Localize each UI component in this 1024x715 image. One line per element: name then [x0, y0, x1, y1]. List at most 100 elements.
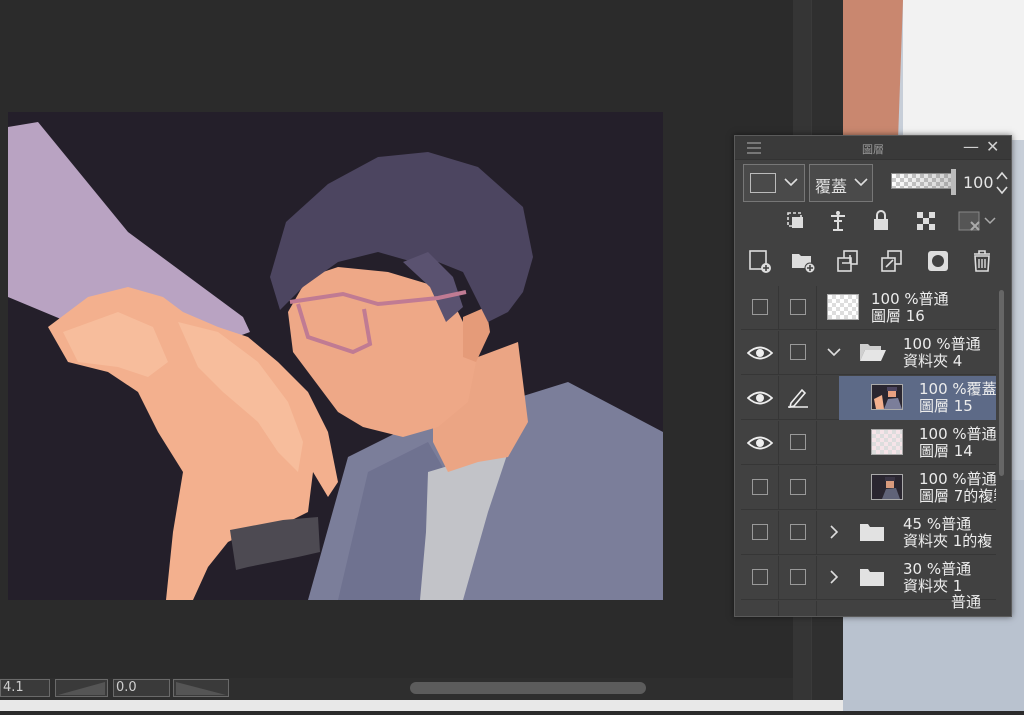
layer-main[interactable]: 100 %普通 圖層 7的複製 — [839, 466, 996, 510]
transfer-to-lower-layer-icon[interactable] — [835, 248, 861, 274]
artwork-canvas[interactable] — [8, 112, 663, 600]
folder-collapsed-chevron-icon[interactable] — [829, 570, 839, 584]
edit-target-off-box[interactable] — [790, 524, 806, 540]
layer-main[interactable]: 45 %普通 資料夾 1的複 — [817, 511, 996, 555]
layer-main[interactable]: 100 %普通 圖層 16 — [817, 286, 996, 330]
layer-options-toolbar — [735, 208, 1011, 238]
mask-enable-icon[interactable] — [957, 208, 997, 234]
eye-icon[interactable] — [747, 435, 773, 451]
artwork-illustration — [8, 112, 663, 600]
offset-slider[interactable] — [173, 679, 229, 697]
layer-color-dropdown[interactable] — [743, 164, 805, 202]
chevron-down-icon — [784, 178, 798, 187]
layer-opacity-mode: 普通 — [951, 593, 982, 611]
layer-name: 圖層 15 — [919, 397, 973, 415]
layer-row-layer-7-copy[interactable]: 100 %普通 圖層 7的複製 — [741, 466, 996, 510]
folder-expanded-chevron-icon[interactable] — [827, 347, 841, 357]
new-folder-icon[interactable] — [790, 248, 816, 274]
visibility-off-box[interactable] — [752, 299, 768, 315]
visibility-off-box[interactable] — [752, 569, 768, 585]
layer-row-partial[interactable]: 普通 — [741, 594, 996, 616]
layer-row-folder-1-copy[interactable]: 45 %普通 資料夾 1的複 — [741, 511, 996, 555]
edit-target-toggle[interactable] — [779, 286, 817, 330]
opacity-value[interactable]: 100 — [963, 173, 994, 192]
eye-icon[interactable] — [747, 390, 773, 406]
edit-target-off-box[interactable] — [790, 299, 806, 315]
layer-row-layer-16[interactable]: 100 %普通 圖層 16 — [741, 286, 996, 330]
edit-target-toggle[interactable] — [779, 556, 817, 600]
layer-list: 100 %普通 圖層 16 100 %普通 資料夾 4 100 %覆蓋 圖層 1… — [741, 286, 996, 616]
clip-to-layer-below-icon[interactable] — [783, 208, 809, 234]
edit-target-toggle[interactable] — [779, 601, 817, 616]
visibility-toggle[interactable] — [741, 421, 779, 465]
window-bottom-edge — [0, 700, 843, 711]
visibility-toggle[interactable] — [741, 331, 779, 375]
create-layer-mask-icon[interactable] — [925, 248, 951, 274]
layer-list-scrollbar[interactable] — [998, 286, 1006, 616]
visibility-toggle[interactable] — [741, 511, 779, 555]
visibility-toggle[interactable] — [741, 376, 779, 420]
edit-target-off-box[interactable] — [790, 479, 806, 495]
layer-opacity-mode: 45 %普通 — [903, 515, 972, 533]
layer-name: 圖層 16 — [871, 307, 925, 325]
layers-panel-titlebar[interactable]: 圖層 — ✕ — [735, 136, 1011, 160]
folder-collapsed-chevron-icon[interactable] — [829, 525, 839, 539]
angle-field[interactable]: 4.1 — [0, 679, 50, 697]
visibility-off-box[interactable] — [752, 479, 768, 495]
visibility-toggle[interactable] — [741, 286, 779, 330]
layer-actions-toolbar — [735, 248, 1011, 278]
layer-opacity-mode: 30 %普通 — [903, 560, 972, 578]
layer-name: 圖層 14 — [919, 442, 973, 460]
visibility-toggle[interactable] — [741, 556, 779, 600]
layer-main[interactable]: 100 %覆蓋 圖層 15 — [839, 376, 996, 420]
reference-layer-icon[interactable] — [825, 208, 851, 234]
horizontal-scrollbar-thumb[interactable] — [410, 682, 646, 694]
edit-target-off-box[interactable] — [790, 434, 806, 450]
layer-row-layer-15[interactable]: 100 %覆蓋 圖層 15 — [741, 376, 996, 420]
pen-edit-icon[interactable] — [787, 386, 809, 408]
visibility-toggle[interactable] — [741, 601, 779, 616]
merge-with-lower-layer-icon[interactable] — [879, 248, 905, 274]
edit-target-toggle[interactable] — [779, 376, 817, 420]
open-folder-icon — [860, 344, 886, 361]
edit-target-toggle[interactable] — [779, 421, 817, 465]
lock-layer-icon[interactable] — [868, 208, 894, 234]
layer-opacity-mode: 100 %覆蓋 — [919, 380, 996, 398]
layer-name: 資料夾 1的複 — [903, 532, 993, 550]
opacity-slider-handle[interactable] — [951, 169, 956, 195]
offset-field[interactable]: 0.0 — [113, 679, 170, 697]
layer-main[interactable]: 100 %普通 圖層 14 — [839, 421, 996, 465]
visibility-toggle[interactable] — [741, 466, 779, 510]
layer-main[interactable]: 100 %普通 資料夾 4 — [817, 331, 996, 375]
layers-panel: 圖層 — ✕ 覆蓋 100 100 %普通 圖層 16 100 %普通 資料夾 … — [734, 135, 1012, 617]
layer-row-folder-4[interactable]: 100 %普通 資料夾 4 — [741, 331, 996, 375]
edit-target-toggle[interactable] — [779, 466, 817, 510]
opacity-slider[interactable] — [891, 173, 953, 189]
new-raster-layer-icon[interactable] — [747, 248, 773, 274]
delete-layer-icon[interactable] — [969, 248, 995, 274]
layer-list-scrollbar-thumb[interactable] — [999, 290, 1004, 476]
lock-transparency-icon[interactable] — [913, 208, 939, 234]
visibility-off-box[interactable] — [752, 524, 768, 540]
chevron-down-icon — [854, 178, 868, 187]
edit-target-toggle[interactable] — [779, 331, 817, 375]
minimize-icon[interactable]: — — [963, 138, 979, 156]
folder-icon — [860, 569, 884, 586]
layer-thumbnail — [871, 474, 903, 500]
edit-target-off-box[interactable] — [790, 569, 806, 585]
layer-opacity-mode: 100 %普通 — [919, 470, 996, 488]
edit-target-toggle[interactable] — [779, 511, 817, 555]
canvas-workspace[interactable]: 4.1 0.0 — [0, 0, 811, 700]
edit-target-off-box[interactable] — [790, 344, 806, 360]
close-icon[interactable]: ✕ — [986, 138, 999, 156]
layer-color-swatch — [750, 173, 776, 193]
blend-mode-value: 覆蓋 — [815, 177, 848, 196]
opacity-stepper-icon[interactable] — [995, 169, 1009, 197]
layer-row-layer-14[interactable]: 100 %普通 圖層 14 — [741, 421, 996, 465]
eye-icon[interactable] — [747, 345, 773, 361]
layer-thumbnail-image — [872, 385, 902, 409]
layer-thumbnail-image — [872, 475, 902, 499]
layer-opacity-mode: 100 %普通 — [919, 425, 996, 443]
angle-slider[interactable] — [55, 679, 108, 697]
blend-mode-dropdown[interactable]: 覆蓋 — [809, 164, 873, 202]
